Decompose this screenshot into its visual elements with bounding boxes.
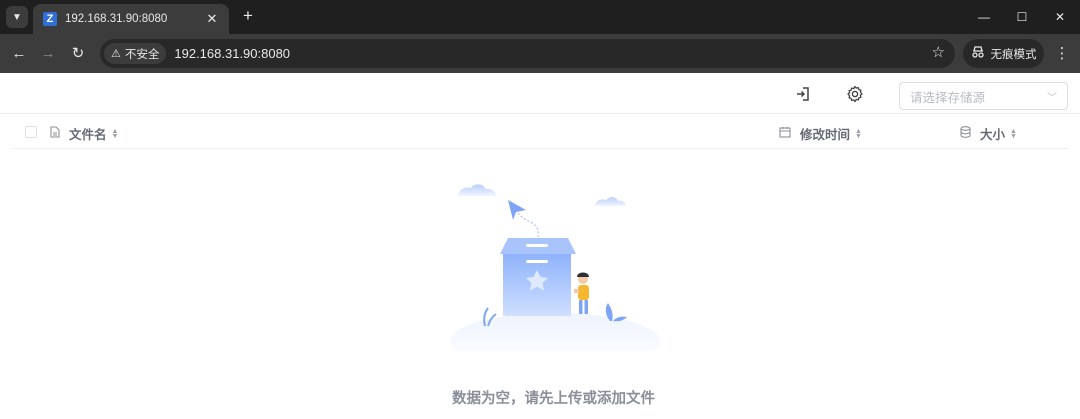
browser-toolbar: ← → ↻ ⚠ 不安全 192.168.31.90:8080 ☆ 无痕模式 ⋮	[0, 34, 1080, 73]
column-header-name[interactable]: 文件名 ▲ ▼	[50, 124, 118, 143]
site-security-chip[interactable]: ⚠ 不安全	[104, 43, 167, 64]
select-all-checkbox[interactable]	[25, 126, 37, 138]
plant-icon	[605, 303, 627, 322]
column-label: 大小	[980, 128, 1006, 142]
person-figure	[574, 272, 589, 314]
page-content: 请选择存储源 ﹀ 文件名 ▲ ▼ 修改时间 ▲ ▼ 大小 ▲ ▼ 数据为空，请先…	[0, 73, 1080, 419]
site-favicon-icon: Z	[43, 12, 57, 26]
cloud-icon	[458, 184, 496, 196]
browser-tab[interactable]: Z 192.168.31.90:8080 ✕	[33, 4, 229, 34]
chevron-down-icon: ﹀	[1047, 92, 1057, 104]
app-header: 请选择存储源 ﹀	[0, 73, 1080, 114]
reload-icon: ↻	[71, 45, 85, 62]
security-label: 不安全	[124, 48, 160, 61]
storage-source-select[interactable]: 请选择存储源 ﹀	[899, 82, 1068, 110]
incognito-profile-button[interactable]: 无痕模式	[963, 39, 1044, 68]
warning-icon: ⚠	[111, 48, 121, 60]
ground-shape	[450, 313, 660, 351]
column-label: 修改时间	[800, 128, 851, 142]
cloud-icon	[595, 197, 626, 206]
more-vertical-icon: ⋮	[1054, 45, 1070, 62]
arrow-left-icon: ←	[11, 44, 27, 62]
arrow-right-icon: →	[40, 44, 56, 62]
chevron-down-icon: ▼	[12, 11, 22, 23]
empty-state-message: 数据为空，请先上传或添加文件	[452, 391, 655, 407]
empty-state-illustration	[450, 184, 660, 351]
column-header-modified[interactable]: 修改时间 ▲ ▼	[779, 124, 862, 143]
file-table-header: 文件名 ▲ ▼ 修改时间 ▲ ▼ 大小 ▲ ▼	[13, 115, 1068, 149]
back-button[interactable]: ←	[8, 42, 30, 64]
file-icon	[50, 126, 60, 141]
column-header-size[interactable]: 大小 ▲ ▼	[960, 124, 1017, 143]
gear-icon	[847, 85, 863, 103]
incognito-icon	[971, 46, 985, 61]
browser-menu-button[interactable]: ⋮	[1052, 42, 1072, 64]
storage-select-placeholder: 请选择存储源	[910, 90, 986, 105]
minimize-window-button[interactable]: —	[969, 4, 999, 30]
tab-title: 192.168.31.90:8080	[65, 13, 168, 25]
settings-button[interactable]	[844, 83, 866, 105]
sort-icon[interactable]: ▲ ▼	[112, 128, 119, 140]
database-icon	[960, 126, 971, 141]
new-tab-button[interactable]: +	[238, 6, 258, 26]
close-tab-icon[interactable]: ✕	[205, 11, 219, 27]
forward-button[interactable]: →	[37, 42, 59, 64]
sort-icon[interactable]: ▲ ▼	[1010, 128, 1017, 140]
maximize-window-button[interactable]: ☐	[1007, 4, 1037, 30]
bookmark-star-icon[interactable]: ☆	[932, 43, 945, 61]
browser-tab-bar: ▼ Z 192.168.31.90:8080 ✕ + — ☐ ✕	[0, 0, 1080, 34]
url-text[interactable]: 192.168.31.90:8080	[174, 46, 290, 61]
login-button[interactable]	[792, 83, 814, 105]
paper-plane-icon	[508, 200, 526, 220]
address-bar[interactable]: ⚠ 不安全 192.168.31.90:8080 ☆	[100, 39, 955, 68]
calendar-icon	[779, 126, 791, 141]
close-window-button[interactable]: ✕	[1045, 4, 1075, 30]
sort-icon[interactable]: ▲ ▼	[855, 128, 862, 140]
incognito-label: 无痕模式	[990, 48, 1037, 61]
tab-search-button[interactable]: ▼	[6, 6, 28, 28]
reload-button[interactable]: ↻	[67, 42, 89, 64]
login-icon	[797, 87, 809, 101]
column-label: 文件名	[69, 128, 107, 142]
